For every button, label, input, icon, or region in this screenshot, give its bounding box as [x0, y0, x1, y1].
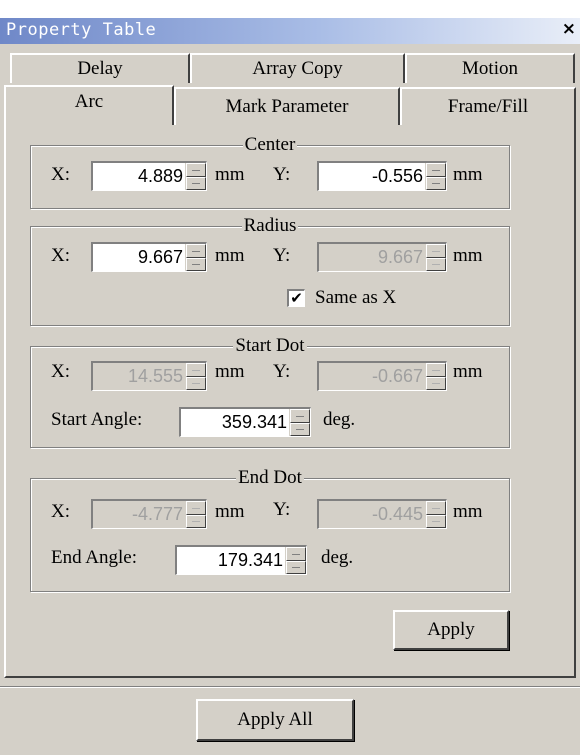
- tab-array-copy[interactable]: Array Copy: [190, 53, 405, 83]
- end-y-spinner: [317, 499, 447, 529]
- tab-mark-parameter[interactable]: Mark Parameter: [174, 87, 400, 125]
- apply-button[interactable]: Apply: [393, 610, 509, 650]
- tab-label: Motion: [462, 58, 518, 79]
- start-x-spinner: [91, 361, 207, 391]
- property-table-window: Delay Array Copy Motion Arc Mark Paramet…: [0, 44, 580, 755]
- start-y-spinner: [317, 361, 447, 391]
- start-x-label: X:: [51, 361, 70, 382]
- tab-label: Frame/Fill: [447, 96, 529, 117]
- start-angle-label: Start Angle:: [51, 409, 143, 430]
- center-x-spinner[interactable]: [91, 161, 207, 191]
- center-x-input[interactable]: [93, 163, 185, 190]
- start-y-input: [319, 363, 425, 390]
- spin-up-button[interactable]: [186, 163, 206, 177]
- start-x-input: [93, 363, 185, 390]
- window-title: Property Table: [6, 20, 157, 40]
- end-y-label: Y:: [273, 499, 291, 520]
- spin-down-button: [426, 257, 446, 271]
- title-bar: Property Table ×: [0, 18, 580, 44]
- spin-up-button[interactable]: [426, 163, 446, 177]
- center-y-input[interactable]: [319, 163, 425, 190]
- spin-down-button[interactable]: [186, 257, 206, 271]
- end-x-unit: mm: [215, 501, 245, 522]
- end-y-unit: mm: [453, 501, 483, 522]
- radius-group: Radius X: mm Y: mm ✔ Same as X: [30, 215, 510, 326]
- same-as-x-checkbox[interactable]: ✔: [287, 289, 305, 307]
- divider: [0, 686, 580, 688]
- tab-motion[interactable]: Motion: [405, 53, 575, 83]
- end-x-spinner: [91, 499, 207, 529]
- spin-up-button: [426, 501, 446, 515]
- tab-label: Delay: [77, 58, 123, 79]
- start-angle-spinner[interactable]: [179, 407, 311, 437]
- end-angle-spinner[interactable]: [175, 545, 307, 575]
- spin-up-button[interactable]: [290, 409, 310, 423]
- spin-down-button[interactable]: [286, 560, 306, 574]
- end-angle-unit: deg.: [321, 547, 354, 568]
- radius-y-unit: mm: [453, 245, 483, 266]
- spin-down-button[interactable]: [290, 422, 310, 436]
- spin-up-button[interactable]: [186, 244, 206, 258]
- tab-delay[interactable]: Delay: [10, 53, 190, 83]
- radius-x-spinner[interactable]: [91, 242, 207, 272]
- center-group: Center X: mm Y: mm: [30, 134, 510, 209]
- start-angle-input[interactable]: [181, 409, 289, 436]
- spin-down-button: [186, 376, 206, 390]
- end-y-input: [319, 501, 425, 528]
- end-dot-group: End Dot X: mm Y: mm End Angle: deg.: [30, 467, 510, 592]
- spin-down-button: [426, 376, 446, 390]
- center-x-unit: mm: [215, 164, 245, 185]
- start-y-label: Y:: [273, 361, 291, 382]
- spin-up-button: [426, 363, 446, 377]
- end-angle-label: End Angle:: [51, 547, 138, 568]
- tab-label: Array Copy: [252, 58, 343, 79]
- spin-down-button[interactable]: [426, 176, 446, 190]
- spin-up-button[interactable]: [286, 547, 306, 561]
- radius-x-input[interactable]: [93, 244, 185, 271]
- radius-y-spinner: [317, 242, 447, 272]
- close-icon[interactable]: ×: [562, 19, 576, 39]
- end-angle-input[interactable]: [177, 547, 285, 574]
- spin-down-button[interactable]: [186, 176, 206, 190]
- center-y-unit: mm: [453, 164, 483, 185]
- tab-label: Mark Parameter: [225, 96, 349, 117]
- center-y-label: Y:: [273, 164, 291, 185]
- start-x-unit: mm: [215, 361, 245, 382]
- start-y-unit: mm: [453, 361, 483, 382]
- spin-down-button: [426, 514, 446, 528]
- apply-all-button[interactable]: Apply All: [196, 699, 354, 741]
- tab-frame-fill[interactable]: Frame/Fill: [400, 87, 576, 125]
- start-dot-group: Start Dot X: mm Y: mm Start Angle: deg.: [30, 335, 510, 448]
- spin-up-button: [186, 501, 206, 515]
- radius-x-unit: mm: [215, 245, 245, 266]
- center-x-label: X:: [51, 164, 70, 185]
- radius-y-label: Y:: [273, 245, 291, 266]
- radius-y-input: [319, 244, 425, 271]
- same-as-x-label[interactable]: Same as X: [315, 287, 396, 309]
- start-angle-unit: deg.: [323, 409, 356, 430]
- tab-arc[interactable]: Arc: [4, 85, 174, 125]
- spin-up-button: [186, 363, 206, 377]
- radius-x-label: X:: [51, 245, 70, 266]
- end-x-input: [93, 501, 185, 528]
- spin-up-button: [426, 244, 446, 258]
- tab-label: Arc: [74, 91, 104, 112]
- center-y-spinner[interactable]: [317, 161, 447, 191]
- spin-down-button: [186, 514, 206, 528]
- end-x-label: X:: [51, 501, 70, 522]
